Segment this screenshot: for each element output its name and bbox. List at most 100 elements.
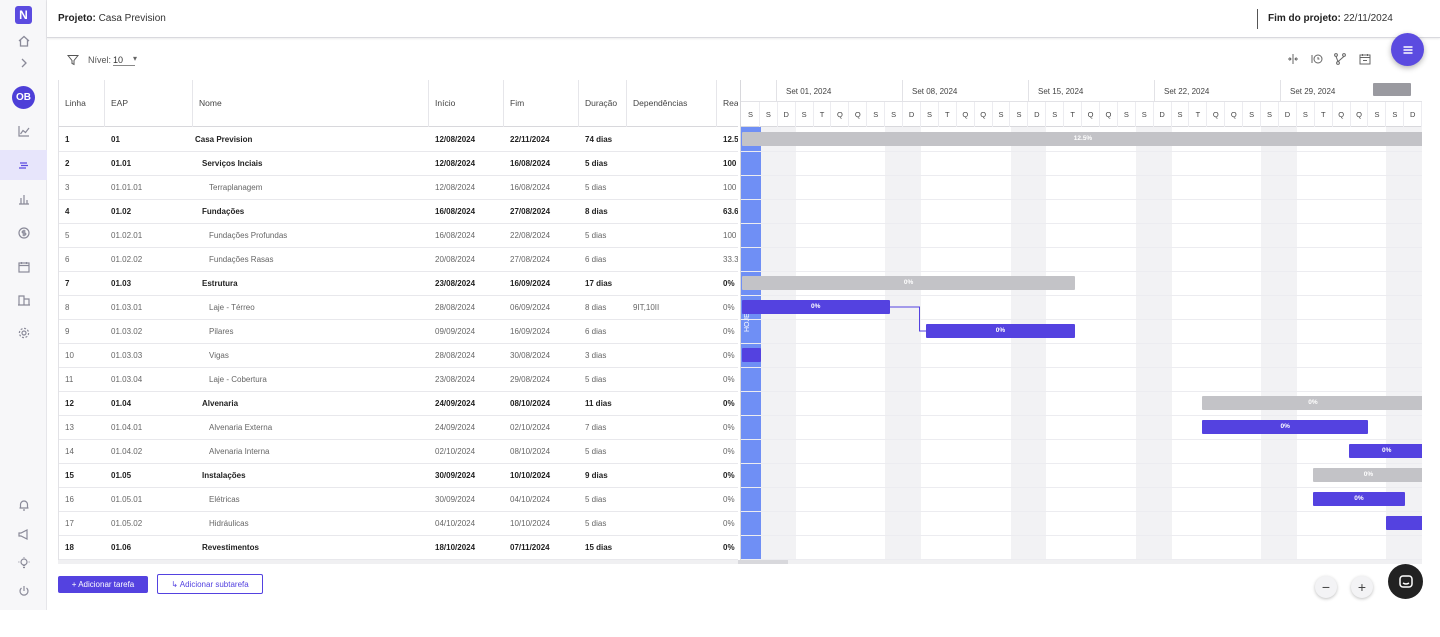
cell-fim: 10/10/2024	[510, 471, 551, 480]
cell-fim: 07/11/2024	[510, 543, 550, 552]
cell-duracao: 5 dias	[585, 231, 607, 240]
cell-linha: 3	[65, 183, 70, 192]
day-cell: Q	[1351, 102, 1369, 127]
chevron-down-icon[interactable]: ▾	[133, 54, 137, 63]
level-select[interactable]: 10	[113, 55, 136, 66]
cell-fim: 02/10/2024	[510, 423, 551, 432]
table-row[interactable]: 15 01.05 Instalações 30/09/2024 10/10/2024 9 …	[59, 464, 738, 488]
avatar[interactable]: OB	[12, 86, 35, 109]
critical-path-icon[interactable]	[1333, 52, 1347, 66]
cell-dep: 9IT,10II	[633, 303, 660, 312]
scrollbar-thumb[interactable]	[738, 560, 788, 564]
add-subtask-button[interactable]: ↳ Adicionar subtarefa	[157, 574, 263, 594]
menu-icon	[1403, 45, 1412, 54]
col-realizado[interactable]: Rea	[717, 80, 738, 127]
day-cell: Q	[1100, 102, 1118, 127]
cell-duracao: 9 dias	[585, 471, 608, 480]
table-row[interactable]: 10 01.03.03 Vigas 28/08/2024 30/08/2024 3 dia…	[59, 344, 738, 368]
cell-fim: 10/10/2024	[510, 519, 551, 528]
cell-nome: Serviços Inciais	[202, 159, 263, 168]
cell-nome: Hidráulicas	[209, 519, 249, 528]
cell-duracao: 8 dias	[585, 207, 608, 216]
task-table: Linha EAP Nome Início Fim Duração Depend…	[58, 80, 738, 560]
power-icon[interactable]	[0, 576, 47, 606]
day-cell: S	[1046, 102, 1065, 127]
collapse-icon[interactable]	[1286, 52, 1300, 66]
calendar-icon[interactable]	[0, 252, 47, 282]
cell-linha: 5	[65, 231, 70, 240]
day-cell: S	[1297, 102, 1315, 127]
table-row[interactable]: 6 01.02.02 Fundações Rasas 20/08/2024 27/08/…	[59, 248, 738, 272]
col-fim[interactable]: Fim	[504, 80, 579, 127]
cell-fim: 22/11/2024	[510, 135, 550, 144]
horizontal-scrollbar[interactable]	[58, 560, 1422, 564]
add-task-button[interactable]: + Adicionar tarefa	[58, 576, 148, 593]
chat-button[interactable]	[1388, 564, 1423, 599]
cell-fim: 08/10/2024	[510, 399, 551, 408]
chart-line-icon[interactable]	[0, 116, 47, 146]
chat-icon	[1398, 574, 1413, 588]
day-cell: D	[778, 102, 796, 127]
table-row[interactable]: 12 01.04 Alvenaria 24/09/2024 08/10/2024 11 d…	[59, 392, 738, 416]
cell-linha: 18	[65, 543, 74, 552]
filter-icon[interactable]	[67, 54, 79, 66]
project-end-info: Fim do projeto: 22/11/2024	[1268, 13, 1393, 24]
col-nome[interactable]: Nome	[193, 80, 429, 127]
bell-icon[interactable]	[0, 490, 47, 520]
gantt-icon[interactable]	[0, 150, 47, 180]
building-icon[interactable]	[0, 285, 47, 315]
zoom-in-button[interactable]: +	[1351, 576, 1373, 598]
bottom-strip	[0, 610, 1440, 637]
lightbulb-icon[interactable]	[0, 548, 47, 578]
cell-dep	[633, 512, 713, 536]
megaphone-icon[interactable]	[0, 519, 47, 549]
table-row[interactable]: 13 01.04.01 Alvenaria Externa 24/09/2024 02/…	[59, 416, 738, 440]
chevron-right-icon[interactable]	[0, 48, 47, 78]
table-row[interactable]: 9 01.03.02 Pilares 09/09/2024 16/09/2024 6 di…	[59, 320, 738, 344]
gantt-week-header: Set 01, 2024 Set 08, 2024 Set 15, 2024 Set …	[741, 80, 1422, 102]
week-separator	[776, 80, 777, 102]
cell-inicio: 30/09/2024	[435, 495, 476, 504]
col-linha[interactable]: Linha	[59, 80, 105, 127]
cell-eap: 01.02.01	[111, 231, 143, 240]
menu-fab-button[interactable]	[1391, 33, 1424, 66]
cell-duracao: 5 dias	[585, 495, 607, 504]
cell-rea: 0%	[723, 423, 735, 432]
gantt-chart: Set 01, 2024 Set 08, 2024 Set 15, 2024 Set …	[740, 80, 1422, 560]
cell-linha: 8	[65, 303, 70, 312]
cell-eap: 01.01.01	[111, 183, 143, 192]
cell-rea: 0%	[723, 375, 735, 384]
col-eap[interactable]: EAP	[105, 80, 193, 127]
table-row[interactable]: 3 01.01.01 Terraplanagem 12/08/2024 16/08/20…	[59, 176, 738, 200]
col-dependencias[interactable]: Dependências	[627, 80, 717, 127]
zoom-out-button[interactable]: −	[1315, 576, 1337, 598]
cell-eap: 01.02	[111, 207, 132, 216]
table-row[interactable]: 7 01.03 Estrutura 23/08/2024 16/09/2024 17 di…	[59, 272, 738, 296]
table-row[interactable]: 11 01.03.04 Laje - Cobertura 23/08/2024 29/0…	[59, 368, 738, 392]
table-row[interactable]: 5 01.02.01 Fundações Profundas 16/08/2024 22…	[59, 224, 738, 248]
gear-icon[interactable]	[0, 318, 47, 348]
table-row[interactable]: 8 01.03.01 Laje - Térreo 28/08/2024 06/09/20…	[59, 296, 738, 320]
table-row[interactable]: 2 01.01 Serviços Inciais 12/08/2024 16/08/20…	[59, 152, 738, 176]
table-row[interactable]: 1 01 Casa Prevision 12/08/2024 22/11/2024 74 …	[59, 128, 738, 152]
table-row[interactable]: 4 01.02 Fundações 16/08/2024 27/08/2024 8 dia…	[59, 200, 738, 224]
cell-linha: 15	[65, 471, 74, 480]
cell-inicio: 28/08/2024	[435, 351, 476, 360]
cell-nome: Fundações Rasas	[209, 255, 274, 264]
cell-eap: 01.03	[111, 279, 132, 288]
dollar-icon[interactable]	[0, 218, 47, 248]
app-logo[interactable]: N	[15, 6, 32, 24]
day-cell: Q	[1082, 102, 1100, 127]
table-row[interactable]: 16 01.05.01 Elétricas 30/09/2024 04/10/2024 5…	[59, 488, 738, 512]
bar-chart-icon[interactable]	[0, 184, 47, 214]
col-duracao[interactable]: Duração	[579, 80, 627, 127]
col-inicio[interactable]: Início	[429, 80, 504, 127]
table-row[interactable]: 17 01.05.02 Hidráulicas 04/10/2024 10/10/202…	[59, 512, 738, 536]
calendar-today-icon[interactable]	[1358, 52, 1372, 66]
day-cell: S	[1243, 102, 1262, 127]
baseline-icon[interactable]	[1310, 52, 1324, 66]
table-row[interactable]: 18 01.06 Revestimentos 18/10/2024 07/11/2024…	[59, 536, 738, 560]
cell-duracao: 11 dias	[585, 399, 612, 408]
cell-fim: 27/08/2024	[510, 255, 551, 264]
table-row[interactable]: 14 01.04.02 Alvenaria Interna 02/10/2024 08/…	[59, 440, 738, 464]
